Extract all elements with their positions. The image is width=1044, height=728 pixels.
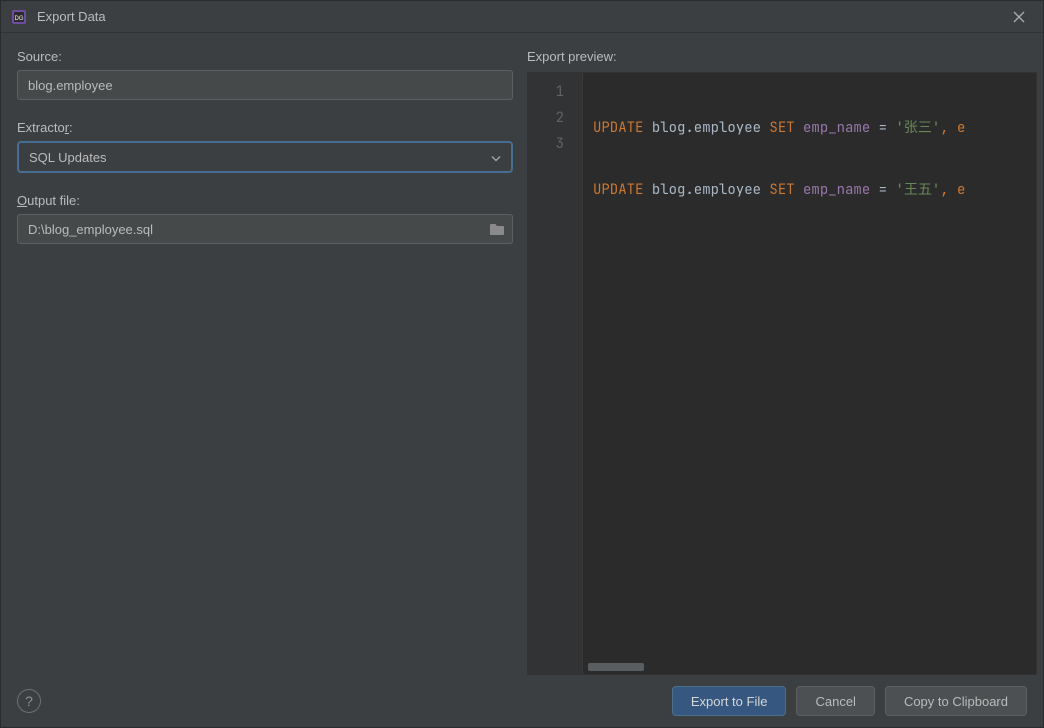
horizontal-scrollbar[interactable]: [588, 663, 644, 671]
editor-code: UPDATE blog.employee SET emp_name = '张三'…: [583, 73, 1036, 674]
code-line: UPDATE blog.employee SET emp_name = '王五'…: [593, 177, 1036, 203]
cancel-button[interactable]: Cancel: [796, 686, 874, 716]
help-button[interactable]: ?: [17, 689, 41, 713]
chevron-down-icon: [491, 150, 501, 165]
svg-text:DG: DG: [15, 16, 24, 22]
extractor-select[interactable]: SQL Updates: [17, 141, 513, 173]
extractor-label: Extractor:: [17, 120, 513, 135]
export-to-file-button[interactable]: Export to File: [672, 686, 787, 716]
close-button[interactable]: [1005, 3, 1033, 31]
source-label: Source:: [17, 49, 513, 64]
titlebar: DG Export Data: [1, 1, 1043, 33]
folder-icon[interactable]: [486, 218, 508, 240]
dialog-content: Source: Extractor: SQL Updates Output fi…: [1, 33, 1043, 675]
left-panel: Source: Extractor: SQL Updates Output fi…: [17, 49, 513, 675]
code-line: UPDATE blog.employee SET emp_name = '张三'…: [593, 115, 1036, 141]
source-field: Source:: [17, 49, 513, 100]
output-file-value: D:\blog_employee.sql: [28, 222, 153, 237]
output-file-field: Output file: D:\blog_employee.sql: [17, 193, 513, 244]
source-input[interactable]: [17, 70, 513, 100]
output-file-input-wrap[interactable]: D:\blog_employee.sql: [17, 214, 513, 244]
editor-gutter: 1 2 3: [528, 73, 583, 674]
right-panel: Export preview: 1 2 3 UPDATE blog.employ…: [527, 49, 1037, 675]
extractor-field: Extractor: SQL Updates: [17, 120, 513, 173]
export-data-dialog: DG Export Data Source: Extractor: SQL Up…: [0, 0, 1044, 728]
output-file-label: Output file:: [17, 193, 513, 208]
copy-to-clipboard-button[interactable]: Copy to Clipboard: [885, 686, 1027, 716]
preview-label: Export preview:: [527, 49, 1037, 64]
app-icon: DG: [11, 9, 27, 25]
preview-editor[interactable]: 1 2 3 UPDATE blog.employee SET emp_name …: [527, 72, 1037, 675]
bottom-bar: ? Export to File Cancel Copy to Clipboar…: [1, 675, 1043, 727]
code-line: [593, 239, 1036, 265]
extractor-value: SQL Updates: [29, 150, 107, 165]
window-title: Export Data: [37, 9, 1005, 24]
